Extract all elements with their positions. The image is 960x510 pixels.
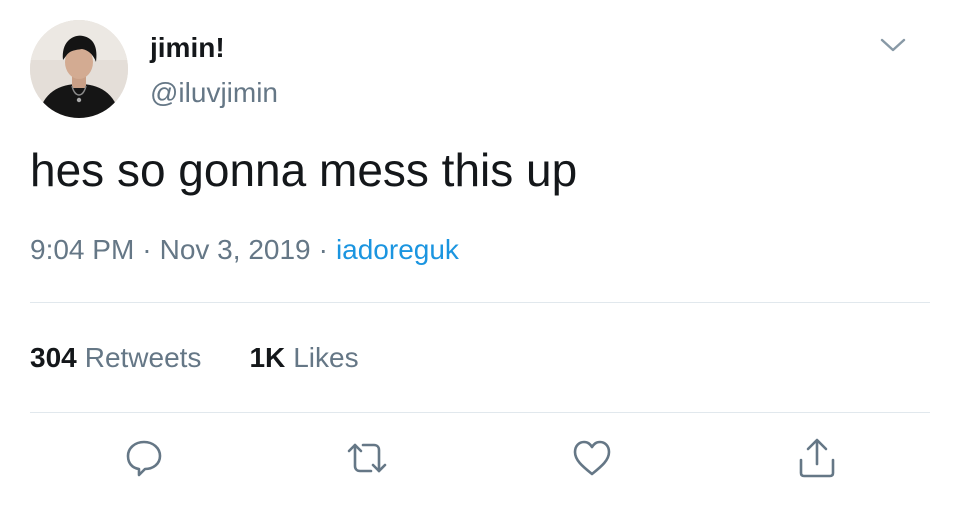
divider <box>30 412 930 413</box>
avatar[interactable] <box>30 20 128 118</box>
meta-separator: · <box>142 234 152 265</box>
retweet-icon[interactable] <box>345 436 389 480</box>
retweets-count: 304 <box>30 342 77 373</box>
tweet-meta: 9:04 PM · Nov 3, 2019 · iadoreguk <box>30 232 459 268</box>
meta-separator: · <box>318 234 328 265</box>
tweet-source-link[interactable]: iadoreguk <box>336 234 459 265</box>
likes-stat[interactable]: 1K Likes <box>249 340 358 376</box>
user-handle[interactable]: @iluvjimin <box>150 76 278 110</box>
tweet-date[interactable]: Nov 3, 2019 <box>160 234 311 265</box>
divider <box>30 302 930 303</box>
retweets-stat[interactable]: 304 Retweets <box>30 340 201 376</box>
share-icon[interactable] <box>795 436 839 480</box>
reply-icon[interactable] <box>122 436 166 480</box>
likes-label: Likes <box>293 342 359 373</box>
avatar-image <box>30 20 128 118</box>
tweet-text: hes so gonna mess this up <box>30 144 578 196</box>
retweets-label: Retweets <box>84 342 202 373</box>
display-name[interactable]: jimin! <box>150 31 225 65</box>
engagement-stats: 304 Retweets 1K Likes <box>30 340 359 376</box>
heart-icon[interactable] <box>570 436 614 480</box>
tweet-card: jimin! @iluvjimin hes so gonna mess this… <box>0 0 960 510</box>
tweet-time[interactable]: 9:04 PM <box>30 234 134 265</box>
likes-count: 1K <box>249 342 286 373</box>
chevron-down-icon[interactable] <box>876 28 910 62</box>
